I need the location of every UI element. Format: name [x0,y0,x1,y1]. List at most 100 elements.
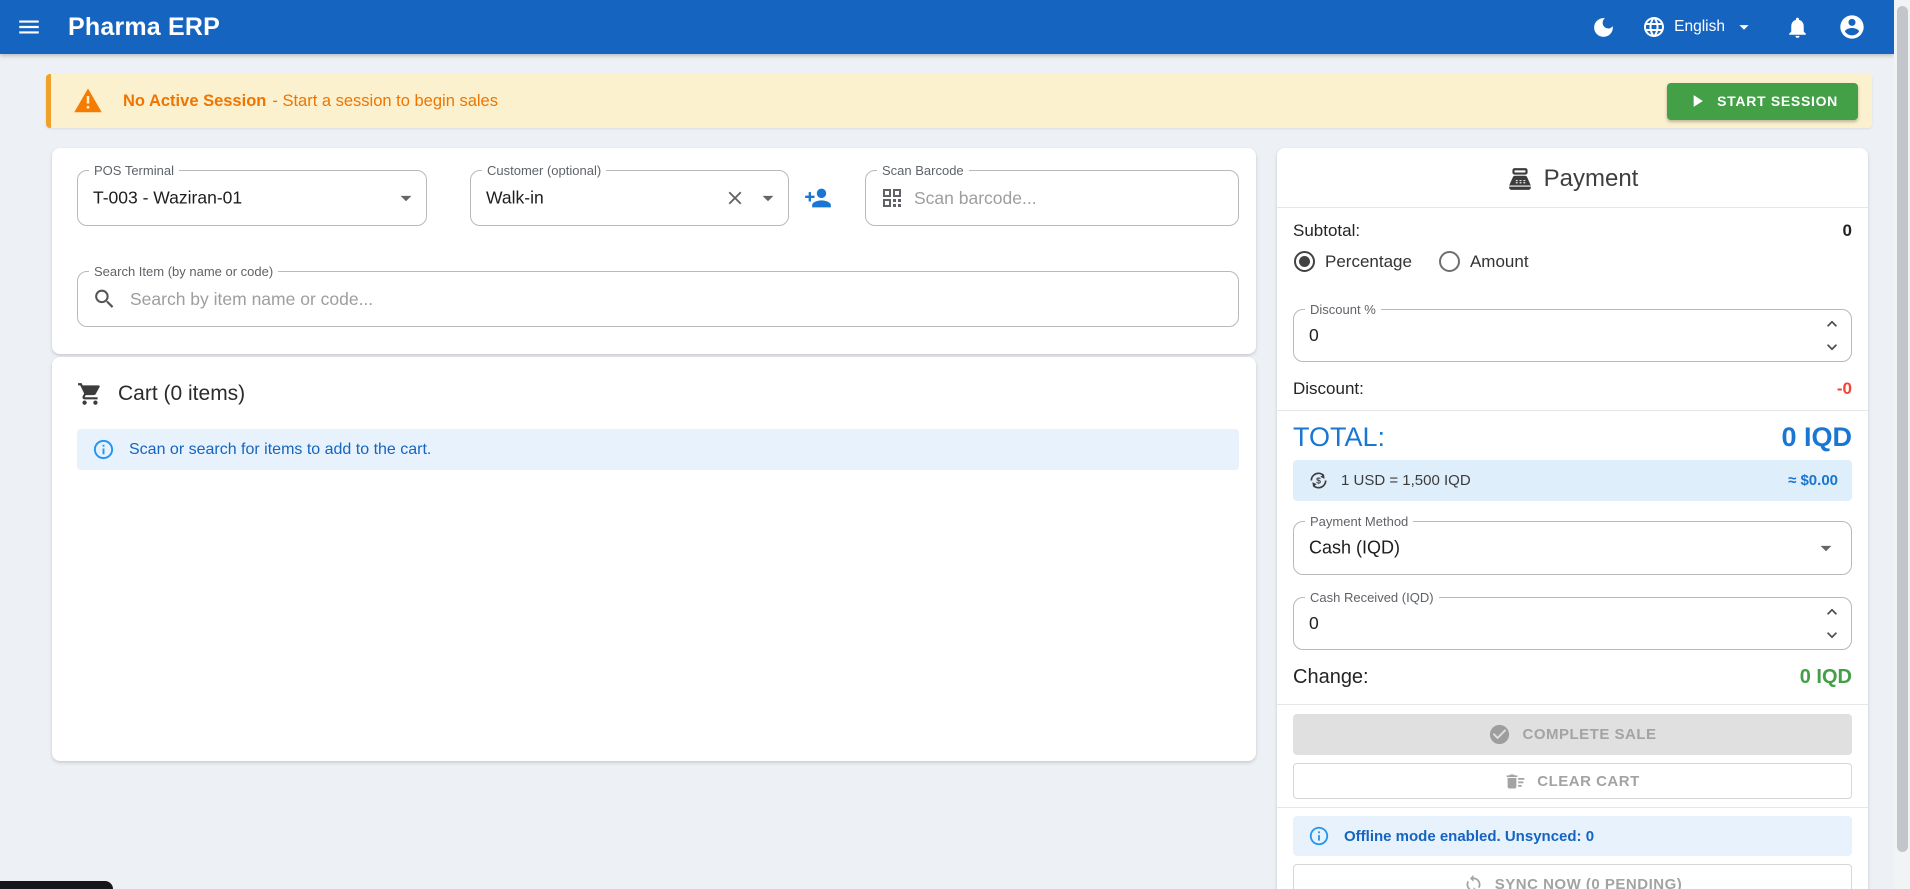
scrollbar-thumb[interactable] [1897,6,1908,852]
start-session-button[interactable]: START SESSION [1667,82,1858,120]
divider [1277,207,1868,208]
discount-percent-input[interactable] [1309,311,1749,360]
warning-icon [74,88,102,113]
banner-title: No Active Session [123,91,267,110]
change-value: 0 IQD [1799,666,1852,688]
delete-sweep-icon [1507,774,1525,788]
clear-cart-label: CLEAR CART [1537,772,1640,790]
offline-mode-message: Offline mode enabled. Unsynced: 0 [1344,827,1595,845]
clear-cart-button[interactable]: CLEAR CART [1293,763,1852,799]
stepper-down-icon[interactable] [1822,625,1842,645]
chevron-down-icon [1739,25,1749,30]
change-row: Change: 0 IQD [1293,666,1852,689]
currency-exchange-icon: $ [1310,472,1327,489]
bottom-left-overlay [0,881,113,889]
stepper-up-icon[interactable] [1822,602,1842,622]
payment-method-select[interactable]: Payment Method Cash (IQD) [1293,514,1852,575]
payment-title: Payment [1543,165,1639,192]
total-label: TOTAL: [1293,422,1386,452]
dark-mode-icon[interactable] [1591,15,1616,40]
discount-mode-radios: Percentage Amount [1294,251,1529,272]
total-value: 0 IQD [1781,422,1852,452]
add-customer-button[interactable] [804,184,832,212]
account-icon[interactable] [1838,13,1866,41]
discount-value: -0 [1836,379,1852,398]
menu-icon[interactable] [16,14,42,40]
svg-text:$: $ [1316,476,1321,486]
language-selector[interactable]: English [1642,15,1755,39]
language-icon [1644,17,1665,37]
divider [1277,410,1868,411]
subtotal-label: Subtotal: [1293,221,1361,240]
search-icon [95,289,114,308]
dropdown-arrow-icon[interactable] [1813,535,1839,561]
change-label: Change: [1293,666,1369,688]
sync-now-label: SYNC NOW (0 PENDING) [1494,875,1683,889]
qr-scanner-icon [883,189,901,207]
notifications-icon[interactable] [1785,15,1810,40]
customer-select[interactable]: Customer (optional) Walk-in [470,163,789,226]
payment-card: Payment Subtotal: 0 Percentage Amount Di… [1277,148,1868,889]
person-add-icon [805,188,831,208]
app-bar: Pharma ERP English [0,0,1894,54]
app-title: Pharma ERP [68,12,221,41]
radio-percentage[interactable]: Percentage [1294,251,1412,272]
subtotal-row: Subtotal: 0 [1293,221,1852,241]
usd-equivalent: ≈ $0.00 [1788,472,1838,489]
stepper-down-icon[interactable] [1822,337,1842,357]
discount-label: Discount: [1293,379,1364,398]
banner-message: - Start a session to begin sales [272,91,498,110]
pos-terminal-label: POS Terminal [89,163,179,178]
radio-selected-icon [1294,251,1315,272]
sync-now-button[interactable]: SYNC NOW (0 PENDING) [1293,864,1852,889]
item-search-input[interactable] [130,273,1210,325]
offline-mode-alert: Offline mode enabled. Unsynced: 0 [1293,816,1852,856]
banner-text: No Active Session - Start a session to be… [123,92,498,111]
start-session-label: START SESSION [1717,93,1838,109]
payment-method-label: Payment Method [1305,514,1414,529]
no-session-banner: No Active Session - Start a session to be… [46,74,1872,128]
total-row: TOTAL: 0 IQD [1293,422,1852,453]
play-icon [1693,95,1703,107]
subtotal-value: 0 [1842,221,1852,240]
payment-header: Payment [1277,165,1868,193]
divider [1277,704,1868,705]
info-icon [93,439,114,460]
dropdown-arrow-icon[interactable] [393,185,419,211]
cart-title: Cart (0 items) [118,382,246,405]
scan-barcode-field: Scan Barcode [865,163,1239,226]
info-icon [1309,826,1329,846]
clear-customer-icon[interactable] [724,187,746,209]
complete-sale-label: COMPLETE SALE [1522,726,1657,743]
stepper-up-icon[interactable] [1822,314,1842,334]
discount-row: Discount: -0 [1293,379,1852,399]
cash-received-input[interactable] [1309,599,1749,648]
cart-header: Cart (0 items) [77,381,245,407]
cash-received-field: Cash Received (IQD) [1293,590,1852,650]
pos-terminal-select[interactable]: POS Terminal T-003 - Waziran-01 [77,163,427,226]
payment-method-value: Cash (IQD) [1309,537,1401,558]
scan-barcode-input[interactable] [914,172,1214,224]
discount-percent-field: Discount % [1293,302,1852,362]
cart-empty-alert: Scan or search for items to add to the c… [77,429,1239,470]
cart-empty-message: Scan or search for items to add to the c… [129,440,432,458]
cart-icon [78,383,100,405]
language-label: English [1674,18,1725,35]
dropdown-arrow-icon[interactable] [755,185,781,211]
cash-register-icon [1508,168,1531,190]
radio-percentage-label: Percentage [1325,251,1412,271]
exchange-rate-text: 1 USD = 1,500 IQD [1341,472,1471,489]
cart-card: Cart (0 items) Scan or search for items … [52,357,1256,761]
customer-value: Walk-in [486,187,544,208]
customer-label: Customer (optional) [482,163,607,178]
divider [1277,807,1868,808]
complete-sale-button[interactable]: COMPLETE SALE [1293,714,1852,755]
item-search-field: Search Item (by name or code) [77,264,1239,327]
radio-amount[interactable]: Amount [1438,251,1529,272]
sync-icon [1466,874,1481,889]
radio-amount-label: Amount [1469,251,1529,271]
pos-controls-card: POS Terminal T-003 - Waziran-01 Customer… [52,148,1256,354]
exchange-rate-strip: $ 1 USD = 1,500 IQD ≈ $0.00 [1293,460,1852,501]
radio-unselected-icon [1438,251,1460,272]
pos-terminal-value: T-003 - Waziran-01 [93,187,243,208]
